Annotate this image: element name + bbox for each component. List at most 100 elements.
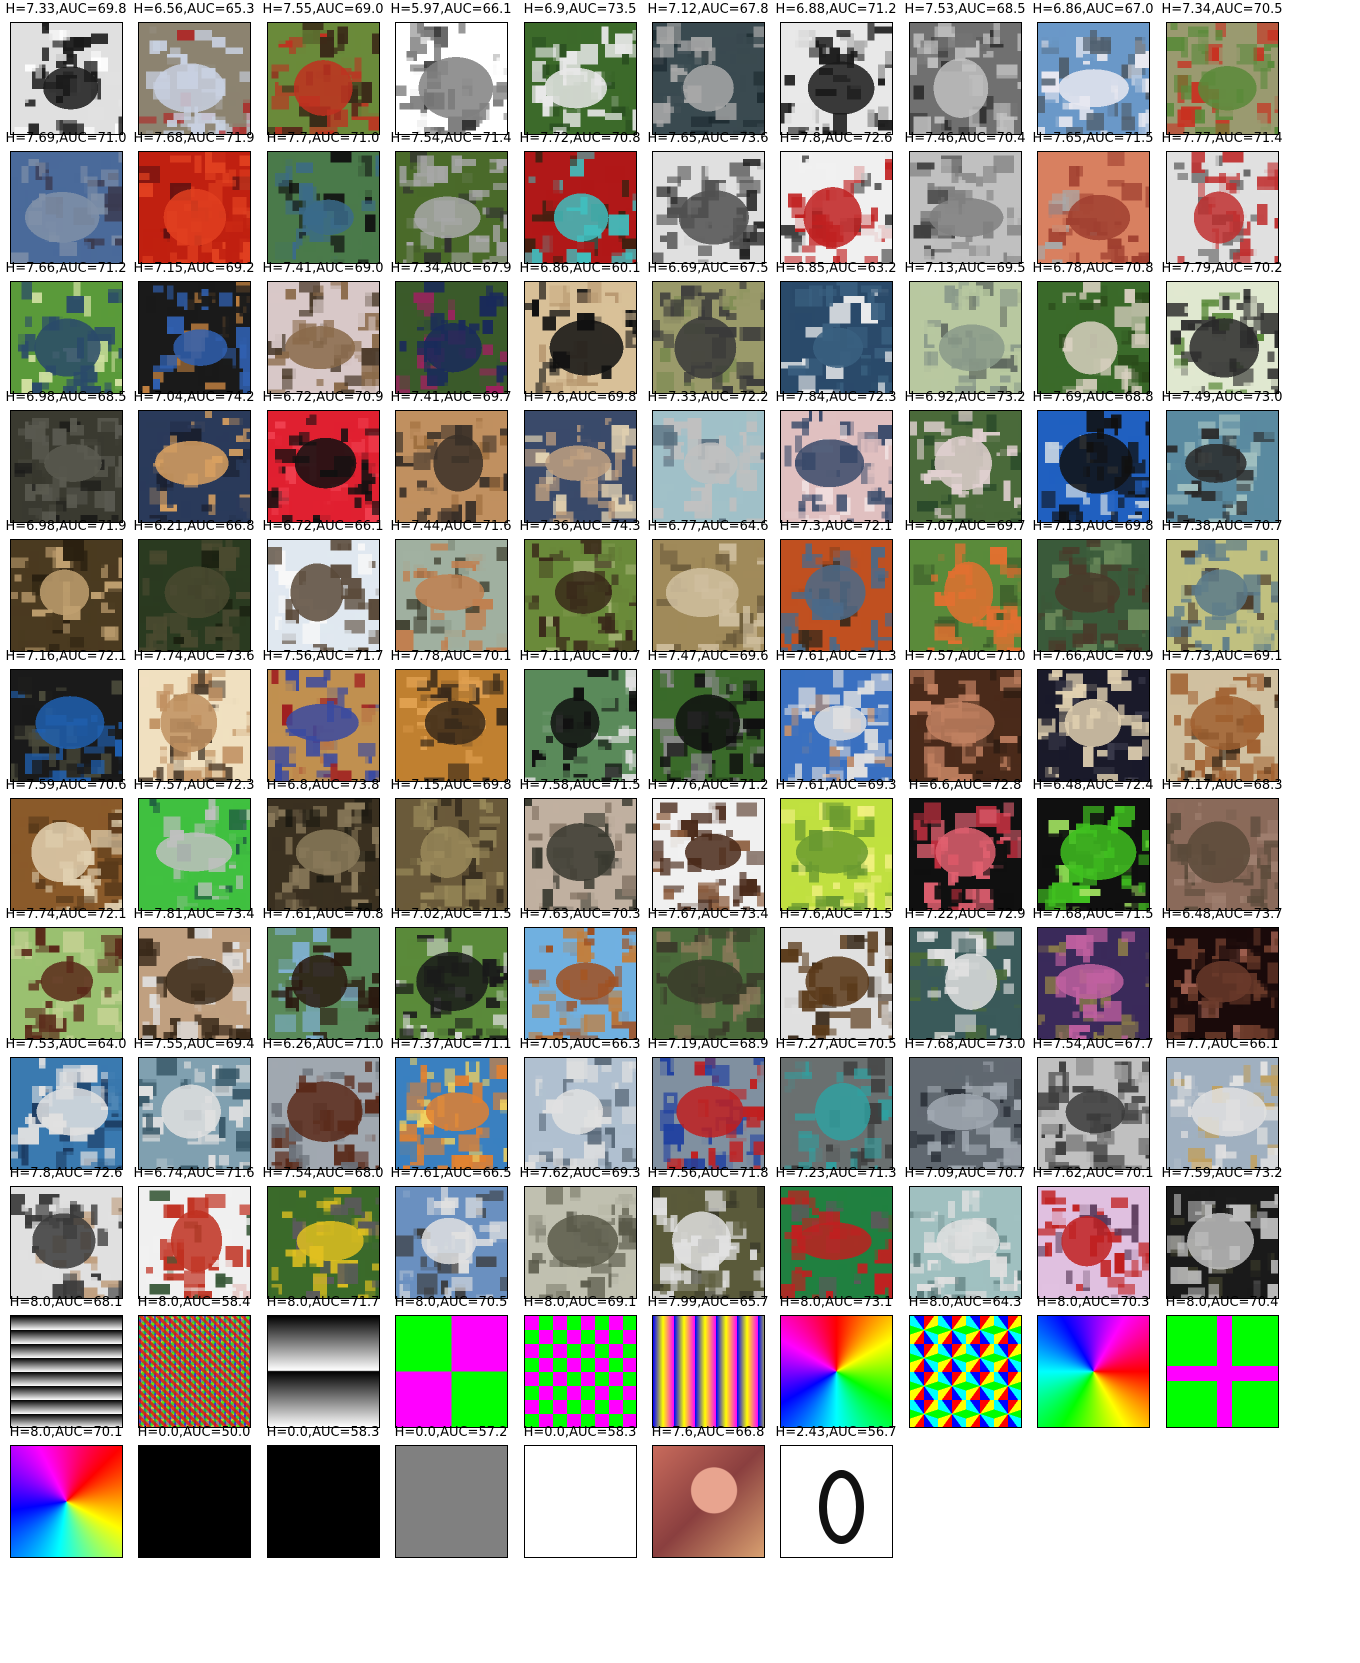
thumbnail-image [652, 410, 765, 523]
thumbnail-image [524, 151, 637, 264]
thumbnail-image [267, 539, 380, 652]
thumbnail-image [1037, 927, 1150, 1040]
thumbnail-image [10, 22, 123, 135]
thumbnail-image [524, 281, 637, 394]
thumbnail-image [780, 1445, 893, 1558]
thumbnail-image [10, 1057, 123, 1170]
thumbnail-image [395, 927, 508, 1040]
thumbnail-image [138, 22, 251, 135]
thumbnail-image [780, 927, 893, 1040]
thumbnail-image [395, 539, 508, 652]
thumbnail-image [524, 22, 637, 135]
thumbnail-image [395, 1445, 508, 1558]
thumbnail-image [267, 22, 380, 135]
thumbnail-image [395, 1057, 508, 1170]
cell-title: H=7.73,AUC=69.1 [1161, 649, 1283, 664]
cell-title: H=2.43,AUC=56.7 [775, 1425, 897, 1440]
image-cell: H=8.0,AUC=70.4 [1156, 1295, 1288, 1428]
thumbnail-image [524, 1186, 637, 1299]
cell-title: H=7.7,AUC=66.1 [1165, 1037, 1279, 1052]
thumbnail-image [10, 927, 123, 1040]
thumbnail-image [395, 1186, 508, 1299]
thumbnail-image [10, 669, 123, 782]
thumbnail-image [780, 1315, 893, 1428]
thumbnail-image [652, 281, 765, 394]
thumbnail-image [138, 1057, 251, 1170]
thumbnail-image [395, 1315, 508, 1428]
thumbnail-image [524, 410, 637, 523]
thumbnail-image [909, 151, 1022, 264]
thumbnail-image [524, 669, 637, 782]
thumbnail-image [524, 1445, 637, 1558]
cell-title: H=7.34,AUC=70.5 [1161, 2, 1283, 17]
thumbnail-image [1037, 281, 1150, 394]
cell-title: H=7.59,AUC=73.2 [1161, 1166, 1283, 1181]
thumbnail-image [652, 927, 765, 1040]
thumbnail-image [10, 1445, 123, 1558]
thumbnail-image [138, 927, 251, 1040]
cell-title: H=7.17,AUC=68.3 [1161, 778, 1283, 793]
thumbnail-image [267, 798, 380, 911]
thumbnail-image [1166, 1057, 1279, 1170]
image-grid-figure: H=7.33,AUC=69.8 H=6.56,AUC=65.3 H=7.55,AUC… [0, 0, 1360, 1663]
thumbnail-image [909, 669, 1022, 782]
thumbnail-image [267, 927, 380, 1040]
thumbnail-image [395, 798, 508, 911]
thumbnail-image [10, 1186, 123, 1299]
thumbnail-image [1037, 539, 1150, 652]
thumbnail-image [1037, 1186, 1150, 1299]
thumbnail-image [652, 22, 765, 135]
thumbnail-image [909, 410, 1022, 523]
thumbnail-image [909, 281, 1022, 394]
thumbnail-image [524, 539, 637, 652]
thumbnail-image [138, 539, 251, 652]
thumbnail-image [652, 1315, 765, 1428]
thumbnail-image [909, 539, 1022, 652]
thumbnail-image [10, 539, 123, 652]
thumbnail-image [138, 669, 251, 782]
thumbnail-image [1037, 22, 1150, 135]
thumbnail-image [524, 798, 637, 911]
thumbnail-image [138, 1445, 251, 1558]
thumbnail-image [909, 1315, 1022, 1428]
thumbnail-image [267, 1445, 380, 1558]
thumbnail-image [10, 151, 123, 264]
thumbnail-image [1166, 927, 1279, 1040]
thumbnail-image [10, 281, 123, 394]
thumbnail-image [138, 1186, 251, 1299]
cell-title: H=7.79,AUC=70.2 [1161, 261, 1283, 276]
thumbnail-image [10, 410, 123, 523]
thumbnail-image [780, 151, 893, 264]
thumbnail-image [780, 22, 893, 135]
thumbnail-image [652, 669, 765, 782]
thumbnail-image [138, 1315, 251, 1428]
thumbnail-image [1037, 1315, 1150, 1428]
thumbnail-image [909, 1057, 1022, 1170]
thumbnail-image [395, 151, 508, 264]
thumbnail-image [909, 1186, 1022, 1299]
thumbnail-image [267, 1186, 380, 1299]
thumbnail-image [652, 798, 765, 911]
thumbnail-image [1166, 669, 1279, 782]
thumbnail-image [267, 1057, 380, 1170]
thumbnail-image [1037, 410, 1150, 523]
thumbnail-image [524, 1057, 637, 1170]
thumbnail-image [138, 410, 251, 523]
thumbnail-image [1166, 1186, 1279, 1299]
thumbnail-image [1166, 151, 1279, 264]
thumbnail-image [1037, 1057, 1150, 1170]
thumbnail-image [1037, 669, 1150, 782]
thumbnail-image [267, 410, 380, 523]
thumbnail-image [780, 669, 893, 782]
thumbnail-image [524, 927, 637, 1040]
thumbnail-image [395, 22, 508, 135]
thumbnail-image [652, 1057, 765, 1170]
thumbnail-image [652, 539, 765, 652]
thumbnail-image [652, 1186, 765, 1299]
thumbnail-image [780, 281, 893, 394]
thumbnail-image [10, 798, 123, 911]
cell-title: H=7.49,AUC=73.0 [1161, 390, 1283, 405]
thumbnail-image [909, 798, 1022, 911]
thumbnail-image [395, 410, 508, 523]
thumbnail-image [395, 281, 508, 394]
